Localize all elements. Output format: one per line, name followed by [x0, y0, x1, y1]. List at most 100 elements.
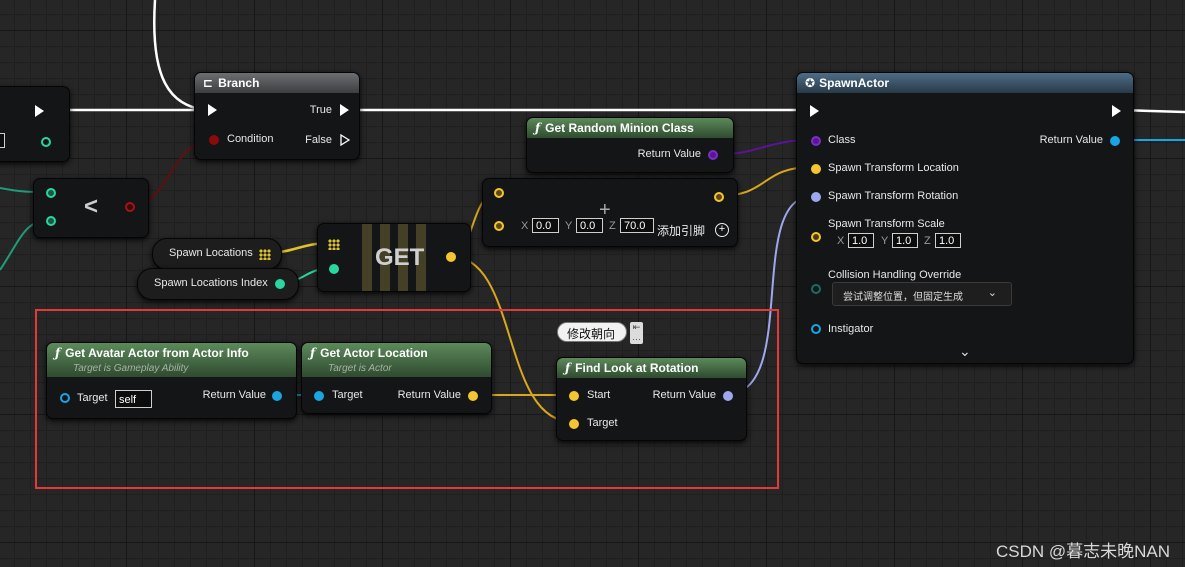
spawn-rotation-label: Spawn Transform Rotation — [828, 190, 959, 202]
left-value-box[interactable] — [0, 133, 5, 148]
branch-false-pin[interactable] — [340, 134, 350, 146]
spawn-exec-in[interactable] — [810, 105, 819, 117]
branch-node[interactable]: ⊏ Branch True Condition False — [194, 72, 360, 160]
spawn-actor-title: SpawnActor — [819, 76, 890, 90]
get-label: GET — [375, 244, 425, 271]
spawn-return-label: Return Value — [1039, 134, 1103, 146]
spawn-location-pin[interactable] — [811, 164, 821, 174]
left-partial-node[interactable] — [0, 86, 70, 162]
spawn-scale-pin[interactable] — [811, 232, 821, 242]
less-node[interactable]: < — [33, 178, 149, 238]
less-operator: < — [84, 193, 99, 220]
spawn-locations-label: Spawn Locations — [169, 247, 253, 259]
spawn-class-label: Class — [828, 134, 856, 146]
scale-x-label: X — [837, 235, 845, 247]
collision-pin[interactable] — [811, 284, 821, 294]
spawn-locations-index-node[interactable]: Spawn Locations Index — [137, 268, 299, 300]
look-return-label: Return Value — [652, 389, 716, 401]
branch-condition-pin[interactable] — [209, 135, 219, 145]
avatar-return-label: Return Value — [202, 389, 266, 401]
look-return-pin[interactable] — [723, 391, 733, 401]
instigator-pin[interactable] — [811, 324, 821, 334]
index-out-pin[interactable] — [275, 279, 285, 289]
get-random-minion-class-node[interactable]: ƒ Get Random Minion Class Return Value — [526, 117, 734, 173]
array-in-icon[interactable] — [328, 239, 340, 250]
vector-add-node[interactable]: X 0.0 Y 0.0 Z 70.0 + 添加引脚 + — [482, 178, 738, 247]
add-out-pin[interactable] — [714, 192, 724, 202]
spawn-locations-index-label: Spawn Locations Index — [154, 277, 268, 289]
add-b-pin[interactable] — [494, 221, 504, 231]
spawn-rotation-pin[interactable] — [811, 192, 821, 202]
avatar-target-input[interactable]: self — [115, 390, 152, 408]
add-x-input[interactable]: 0.0 — [532, 218, 559, 233]
get-random-minion-class-header: ƒ Get Random Minion Class — [527, 118, 733, 138]
find-look-at-rotation-node[interactable]: ƒ Find Look at Rotation Start Return Valu… — [556, 357, 747, 441]
spawn-locations-node[interactable]: Spawn Locations — [152, 238, 282, 270]
spawn-location-label: Spawn Transform Location — [828, 162, 959, 174]
location-return-pin[interactable] — [468, 391, 478, 401]
watermark: CSDN @暮志未晚NAN — [995, 542, 1170, 561]
scale-x-input[interactable]: 1.0 — [848, 233, 874, 248]
avatar-return-pin[interactable] — [272, 391, 282, 401]
get-out-pin[interactable] — [446, 252, 456, 262]
collision-label: Collision Handling Override — [828, 269, 962, 281]
scale-z-label: Z — [924, 235, 931, 247]
get-index-pin[interactable] — [329, 264, 339, 274]
comment-bubble[interactable]: 修改朝向 — [557, 322, 627, 342]
scale-y-input[interactable]: 1.0 — [892, 233, 918, 248]
branch-true-label: True — [309, 104, 332, 116]
scale-y-label: Y — [881, 235, 889, 247]
spawn-return-pin[interactable] — [1110, 136, 1120, 146]
function-icon: ƒ — [55, 346, 61, 360]
branch-condition-label: Condition — [227, 133, 274, 145]
find-look-at-rotation-title: Find Look at Rotation — [575, 361, 699, 375]
find-look-at-rotation-header: ƒ Find Look at Rotation — [557, 358, 746, 378]
look-target-pin[interactable] — [569, 419, 579, 429]
add-pin-label[interactable]: 添加引脚 — [657, 222, 705, 239]
collision-dropdown[interactable]: 尝试调整位置，但固定生成 ⌄ — [832, 282, 1012, 306]
look-start-pin[interactable] — [569, 391, 579, 401]
location-target-pin[interactable] — [314, 391, 324, 401]
less-out-pin[interactable] — [125, 202, 135, 212]
add-a-pin[interactable] — [494, 188, 504, 198]
get-actor-location-title: Get Actor Location — [320, 346, 428, 360]
less-a-pin[interactable] — [46, 188, 56, 198]
int-out-pin[interactable] — [41, 137, 51, 147]
spawn-icon: ✪ — [805, 76, 816, 90]
less-b-pin[interactable] — [46, 216, 56, 226]
spawn-actor-node[interactable]: ✪ SpawnActor Class Return Value Spawn Tra… — [796, 72, 1134, 364]
get-avatar-actor-title: Get Avatar Actor from Actor Info — [65, 346, 249, 360]
scale-z-input[interactable]: 1.0 — [935, 233, 961, 248]
add-pin-icon[interactable]: + — [715, 223, 729, 237]
array-icon[interactable] — [259, 249, 271, 260]
get-avatar-actor-header: ƒ Get Avatar Actor from Actor Info Target … — [47, 343, 296, 377]
branch-title: Branch — [218, 76, 260, 90]
expand-chevron-icon[interactable]: ⌄ — [959, 343, 971, 360]
get-random-minion-class-title: Get Random Minion Class — [545, 121, 694, 135]
minion-class-return-pin[interactable] — [708, 150, 718, 160]
spawn-class-pin[interactable] — [811, 136, 821, 146]
get-actor-location-header: ƒ Get Actor Location Target is Actor — [302, 343, 491, 377]
exec-out-pin[interactable] — [35, 105, 44, 117]
get-avatar-actor-subtitle: Target is Gameplay Ability — [73, 363, 189, 374]
comment-text: 修改朝向 — [567, 327, 616, 341]
avatar-target-pin[interactable] — [60, 393, 70, 403]
branch-icon: ⊏ — [203, 76, 214, 90]
add-y-label: Y — [565, 220, 573, 232]
avatar-target-label: Target — [77, 392, 108, 404]
look-target-label: Target — [587, 417, 618, 429]
branch-exec-in[interactable] — [208, 104, 217, 116]
add-z-input[interactable]: 70.0 — [620, 218, 654, 233]
location-target-label: Target — [332, 389, 363, 401]
spawn-exec-out[interactable] — [1112, 105, 1121, 117]
function-icon: ƒ — [535, 121, 541, 135]
plus-icon: + — [599, 199, 611, 221]
branch-false-label: False — [305, 134, 332, 146]
instigator-label: Instigator — [828, 323, 874, 335]
get-array-node[interactable]: GET — [317, 223, 471, 292]
comment-pin-icon[interactable]: ⇤… — [630, 322, 643, 344]
branch-true-pin[interactable] — [340, 104, 349, 116]
get-avatar-actor-node[interactable]: ƒ Get Avatar Actor from Actor Info Target … — [46, 342, 297, 419]
get-actor-location-node[interactable]: ƒ Get Actor Location Target is Actor Targe… — [301, 342, 492, 414]
minion-class-return-label: Return Value — [637, 148, 701, 160]
